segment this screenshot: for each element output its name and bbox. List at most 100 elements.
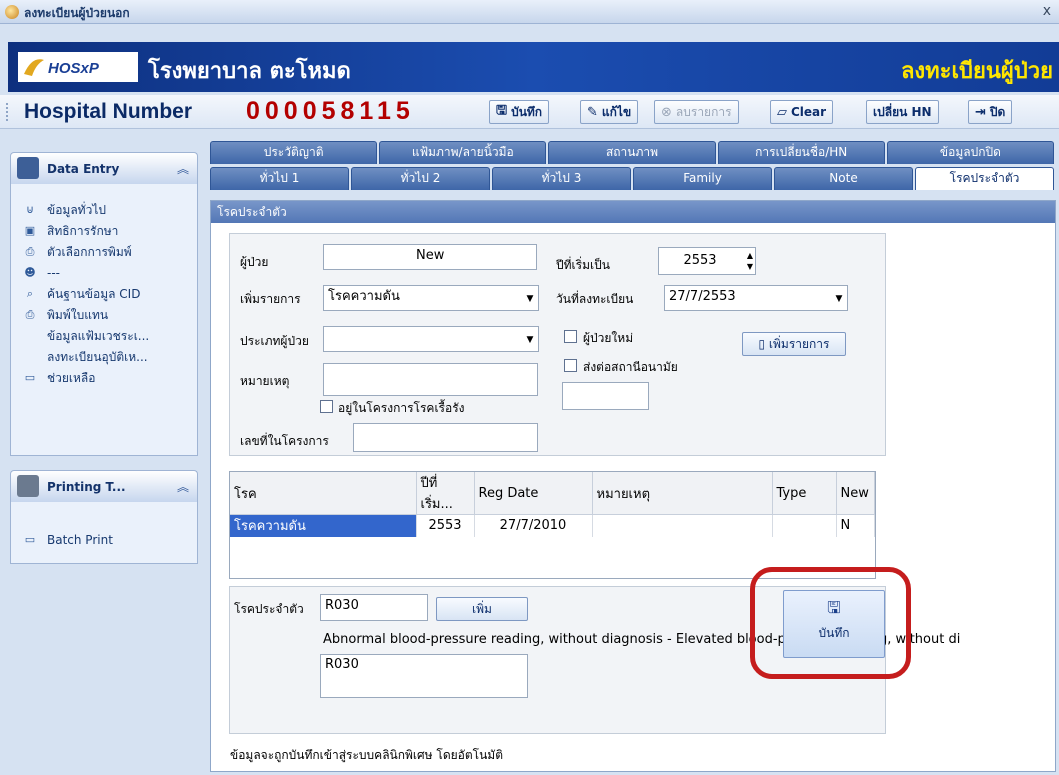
column-header[interactable]: Type bbox=[772, 472, 837, 515]
sidebar-item-label: Batch Print bbox=[47, 533, 113, 547]
hn-number: 000058115 bbox=[246, 97, 415, 125]
sidebar-item-accident-register[interactable]: ลงทะเบียนอุบัติเห... bbox=[11, 347, 197, 368]
tab-name-change[interactable]: การเปลี่ยนชื่อ/HN bbox=[717, 141, 885, 164]
column-header[interactable]: โรค bbox=[230, 472, 417, 515]
tab-relatives[interactable]: ประวัติญาติ bbox=[210, 141, 378, 164]
sidebar-item-help[interactable]: ▭ ช่วยเหลือ bbox=[11, 368, 197, 389]
reg-date-value: 27/7/2553 bbox=[669, 289, 736, 304]
disease-grid[interactable]: โรค ปีที่เริ่ม... Reg Date หมายเหตุ Type… bbox=[229, 471, 876, 579]
tab-family[interactable]: Family bbox=[633, 167, 772, 190]
table-cell[interactable]: 2553 bbox=[416, 514, 475, 537]
delete-button[interactable]: ⊗ ลบรายการ bbox=[654, 100, 739, 124]
sidebar-item-general-info[interactable]: ⊍ ข้อมูลทั่วไป bbox=[11, 200, 197, 221]
sidebar-item-print-options[interactable]: ⎙ ตัวเลือกการพิมพ์ bbox=[11, 242, 197, 263]
sidebar-item-rights[interactable]: ▣ สิทธิการรักษา bbox=[11, 221, 197, 242]
tab-confidential[interactable]: ข้อมูลปกปิด bbox=[886, 141, 1055, 164]
table-cell[interactable]: N bbox=[836, 514, 875, 537]
collapse-icon[interactable]: ︽ bbox=[177, 478, 189, 495]
sidebar-item-medical-records[interactable]: ข้อมูลแฟ้มเวชระเ... bbox=[11, 326, 197, 347]
edit-button[interactable]: ✎ แก้ไข bbox=[580, 100, 639, 124]
program-no-field[interactable] bbox=[353, 423, 538, 452]
floppy-icon: 🖫 bbox=[496, 103, 508, 118]
search-db-icon: ⌕ bbox=[26, 287, 34, 300]
sidebar-item-label: ข้อมูลทั่วไป bbox=[47, 203, 106, 217]
tab-general-3[interactable]: ทั่วไป 3 bbox=[492, 167, 631, 190]
table-cell[interactable]: 27/7/2010 bbox=[474, 514, 593, 537]
sidebar-item-reprint[interactable]: ⎙ พิมพ์ใบแทน bbox=[11, 305, 197, 326]
sidebar-item-label: ช่วยเหลือ bbox=[47, 371, 96, 385]
column-header[interactable]: ปีที่เริ่ม... bbox=[416, 472, 475, 515]
disease-select[interactable]: โรคความดัน ▼ bbox=[323, 285, 539, 311]
change-hn-label: เปลี่ยน HN bbox=[873, 104, 932, 119]
highlight-ring bbox=[750, 567, 911, 679]
chevron-down-icon[interactable]: ▼ bbox=[522, 286, 538, 310]
icd-list[interactable]: R030 bbox=[320, 654, 528, 698]
edit-button-label: แก้ไข bbox=[601, 104, 632, 119]
patient-type-select[interactable]: ▼ bbox=[323, 326, 539, 352]
icd-label: โรคประจำตัว bbox=[234, 602, 304, 616]
toolbar-grip[interactable] bbox=[6, 103, 9, 121]
column-header[interactable]: Reg Date bbox=[474, 472, 593, 515]
chevron-down-icon[interactable]: ▼ bbox=[831, 286, 847, 310]
people-icon: ☻ bbox=[24, 266, 36, 279]
column-header[interactable]: New bbox=[836, 472, 875, 515]
app-icon bbox=[5, 5, 19, 19]
chronic-program-checkbox[interactable] bbox=[320, 400, 333, 413]
sidebar-item-label: สิทธิการรักษา bbox=[47, 224, 119, 238]
save-button[interactable]: 🖫 บันทึก bbox=[489, 100, 550, 124]
close-button[interactable]: ⇥ ปิด bbox=[968, 100, 1013, 124]
printer-icon bbox=[17, 475, 39, 497]
save-button-label: บันทึก bbox=[511, 104, 543, 119]
collapse-icon[interactable]: ︽ bbox=[177, 160, 189, 177]
refer-station-field[interactable] bbox=[562, 382, 649, 410]
help-icon: ▭ bbox=[24, 371, 36, 384]
shield-icon: ▣ bbox=[24, 224, 36, 237]
tab-status[interactable]: สถานภาพ bbox=[548, 141, 716, 164]
add-item-button[interactable]: ▯ เพิ่มรายการ bbox=[742, 332, 846, 356]
sidebar-item-dash[interactable]: ☻ --- bbox=[11, 263, 197, 284]
reg-date-picker[interactable]: 27/7/2553 ▼ bbox=[664, 285, 848, 311]
note-field[interactable] bbox=[323, 363, 538, 396]
change-hn-button[interactable]: เปลี่ยน HN bbox=[866, 100, 939, 124]
table-cell[interactable] bbox=[592, 514, 773, 537]
patient-label: ผู้ป่วย bbox=[240, 255, 269, 269]
icd-code-field[interactable]: R030 bbox=[320, 594, 428, 621]
delete-icon: ⊗ bbox=[661, 104, 672, 120]
hn-label: Hospital Number bbox=[24, 100, 193, 123]
table-cell[interactable]: โรคความดัน bbox=[230, 514, 417, 537]
new-patient-label: ผู้ป่วยใหม่ bbox=[583, 331, 634, 345]
patient-field[interactable]: New bbox=[323, 244, 537, 270]
tab-chronic-disease[interactable]: โรคประจำตัว bbox=[915, 167, 1054, 190]
new-patient-checkbox[interactable] bbox=[564, 330, 577, 343]
tab-note[interactable]: Note bbox=[774, 167, 913, 190]
sidebar-item-label: พิมพ์ใบแทน bbox=[47, 308, 109, 322]
document-icon: ▯ bbox=[758, 337, 769, 351]
printing-panel: ▭ Batch Print bbox=[10, 502, 198, 564]
tab-photos[interactable]: แฟ้มภาพ/ลายนิ้วมือ bbox=[379, 141, 547, 164]
info-icon: ⊍ bbox=[25, 203, 35, 216]
clear-button[interactable]: ▱ Clear bbox=[770, 100, 834, 124]
tab-general-1[interactable]: ทั่วไป 1 bbox=[210, 167, 349, 190]
hosxp-logo: HOSxP bbox=[18, 52, 138, 82]
data-entry-header[interactable]: Data Entry ︽ bbox=[10, 152, 198, 184]
printing-header[interactable]: Printing T... ︽ bbox=[10, 470, 198, 502]
patient-type-label: ประเภทผู้ป่วย bbox=[240, 334, 309, 348]
spinner-arrows-icon[interactable]: ▲ ▼ bbox=[747, 250, 753, 272]
sidebar-item-batch-print[interactable]: ▭ Batch Print bbox=[11, 530, 197, 551]
edit-icon: ✎ bbox=[587, 104, 598, 120]
add-item-label: เพิ่มรายการ bbox=[240, 292, 301, 306]
window-close-button[interactable]: x bbox=[1043, 3, 1051, 19]
refer-checkbox[interactable] bbox=[564, 359, 577, 372]
table-row[interactable]: โรคความดัน 2553 27/7/2010 N bbox=[230, 514, 875, 537]
exit-icon: ⇥ bbox=[975, 104, 986, 120]
chevron-down-icon[interactable]: ▼ bbox=[522, 327, 538, 351]
start-year-stepper[interactable]: 2553 ▲ ▼ bbox=[658, 247, 756, 275]
table-cell[interactable] bbox=[772, 514, 837, 537]
data-entry-icon bbox=[17, 157, 39, 179]
printer-icon: ⎙ bbox=[25, 245, 35, 258]
table-header-row: โรค ปีที่เริ่ม... Reg Date หมายเหตุ Type… bbox=[230, 472, 875, 515]
column-header[interactable]: หมายเหตุ bbox=[592, 472, 773, 515]
tab-general-2[interactable]: ทั่วไป 2 bbox=[351, 167, 490, 190]
icd-add-button[interactable]: เพิ่ม bbox=[436, 597, 528, 621]
sidebar-item-cid-search[interactable]: ⌕ ค้นฐานข้อมูล CID bbox=[11, 284, 197, 305]
